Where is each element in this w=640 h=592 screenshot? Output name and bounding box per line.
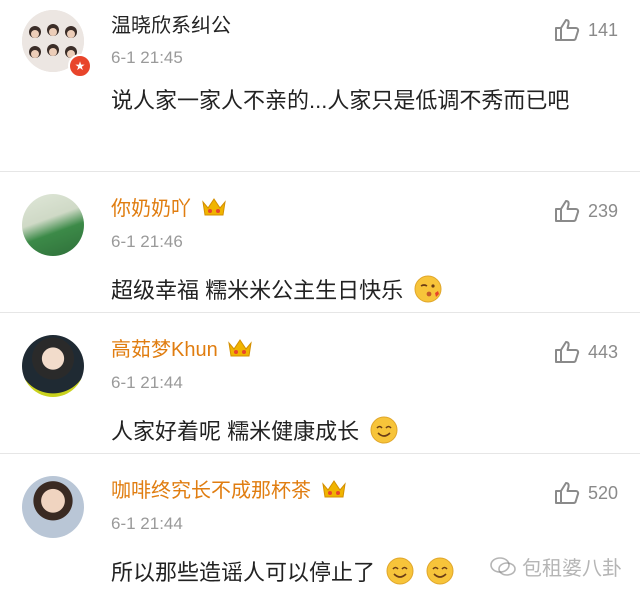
comment-text-label: 超级幸福 糯米米公主生日快乐 [111, 278, 404, 303]
timestamp: 6-1 21:46 [111, 232, 183, 251]
thumbs-up-icon [554, 482, 580, 504]
username[interactable]: 高茹梦Khun [111, 337, 253, 362]
username[interactable]: 温晓欣系纠公 [111, 14, 231, 38]
timestamp: 6-1 21:44 [111, 514, 183, 533]
like-button[interactable]: 141 [554, 18, 618, 42]
comment-text: 人家好着呢 糯米健康成长 [111, 413, 611, 451]
smile-emoji-icon [386, 557, 414, 585]
username-label: 高茹梦Khun [111, 339, 218, 361]
wechat-icon [490, 556, 516, 576]
smile-emoji-icon [426, 557, 454, 585]
like-button[interactable]: 520 [554, 481, 618, 505]
comment-text: 说人家一家人不亲的...人家只是低调不秀而已吧 [111, 88, 570, 113]
username[interactable]: 你奶奶吖 [111, 196, 227, 221]
crown-icon [321, 480, 346, 498]
watermark: 包租婆八卦 [490, 552, 622, 581]
thumbs-up-icon [554, 19, 580, 41]
timestamp: 6-1 21:45 [111, 48, 183, 67]
kiss-emoji-icon [414, 275, 442, 303]
thumbs-up-icon [554, 200, 580, 222]
username-label: 咖啡终究长不成那杯茶 [111, 480, 311, 502]
username-label: 你奶奶吖 [111, 198, 191, 220]
avatar[interactable] [22, 194, 84, 256]
thumbs-up-icon [554, 341, 580, 363]
smile-emoji-icon [370, 416, 398, 444]
comment-feed: ★ 温晓欣系纠公 6-1 21:45 141 说人家一家人不亲的...人家只是低… [0, 0, 640, 591]
verified-badge-icon: ★ [68, 54, 92, 78]
username[interactable]: 咖啡终究长不成那杯茶 [111, 478, 347, 503]
like-count: 141 [587, 19, 618, 40]
comment-item: ★ 温晓欣系纠公 6-1 21:45 141 说人家一家人不亲的...人家只是低… [0, 0, 640, 172]
like-count: 443 [587, 341, 618, 362]
like-button[interactable]: 443 [554, 340, 618, 364]
comment-item: 你奶奶吖 6-1 21:46 239 超级幸福 糯米米公主生日快乐 [0, 172, 640, 313]
like-count: 239 [587, 200, 618, 221]
watermark-text: 包租婆八卦 [522, 558, 622, 580]
like-count: 520 [587, 482, 618, 503]
crown-icon [201, 198, 226, 216]
like-button[interactable]: 239 [554, 199, 618, 223]
comment-text-label: 人家好着呢 糯米健康成长 [111, 419, 360, 444]
crown-icon [228, 339, 253, 357]
comment-text-label: 所以那些造谣人可以停止了 [111, 560, 376, 585]
comment-text: 超级幸福 糯米米公主生日快乐 [111, 272, 611, 310]
timestamp: 6-1 21:44 [111, 373, 183, 392]
avatar[interactable] [22, 476, 84, 538]
comment-item: 高茹梦Khun 6-1 21:44 443 人家好着呢 糯米健康成长 [0, 313, 640, 454]
avatar[interactable] [22, 335, 84, 397]
